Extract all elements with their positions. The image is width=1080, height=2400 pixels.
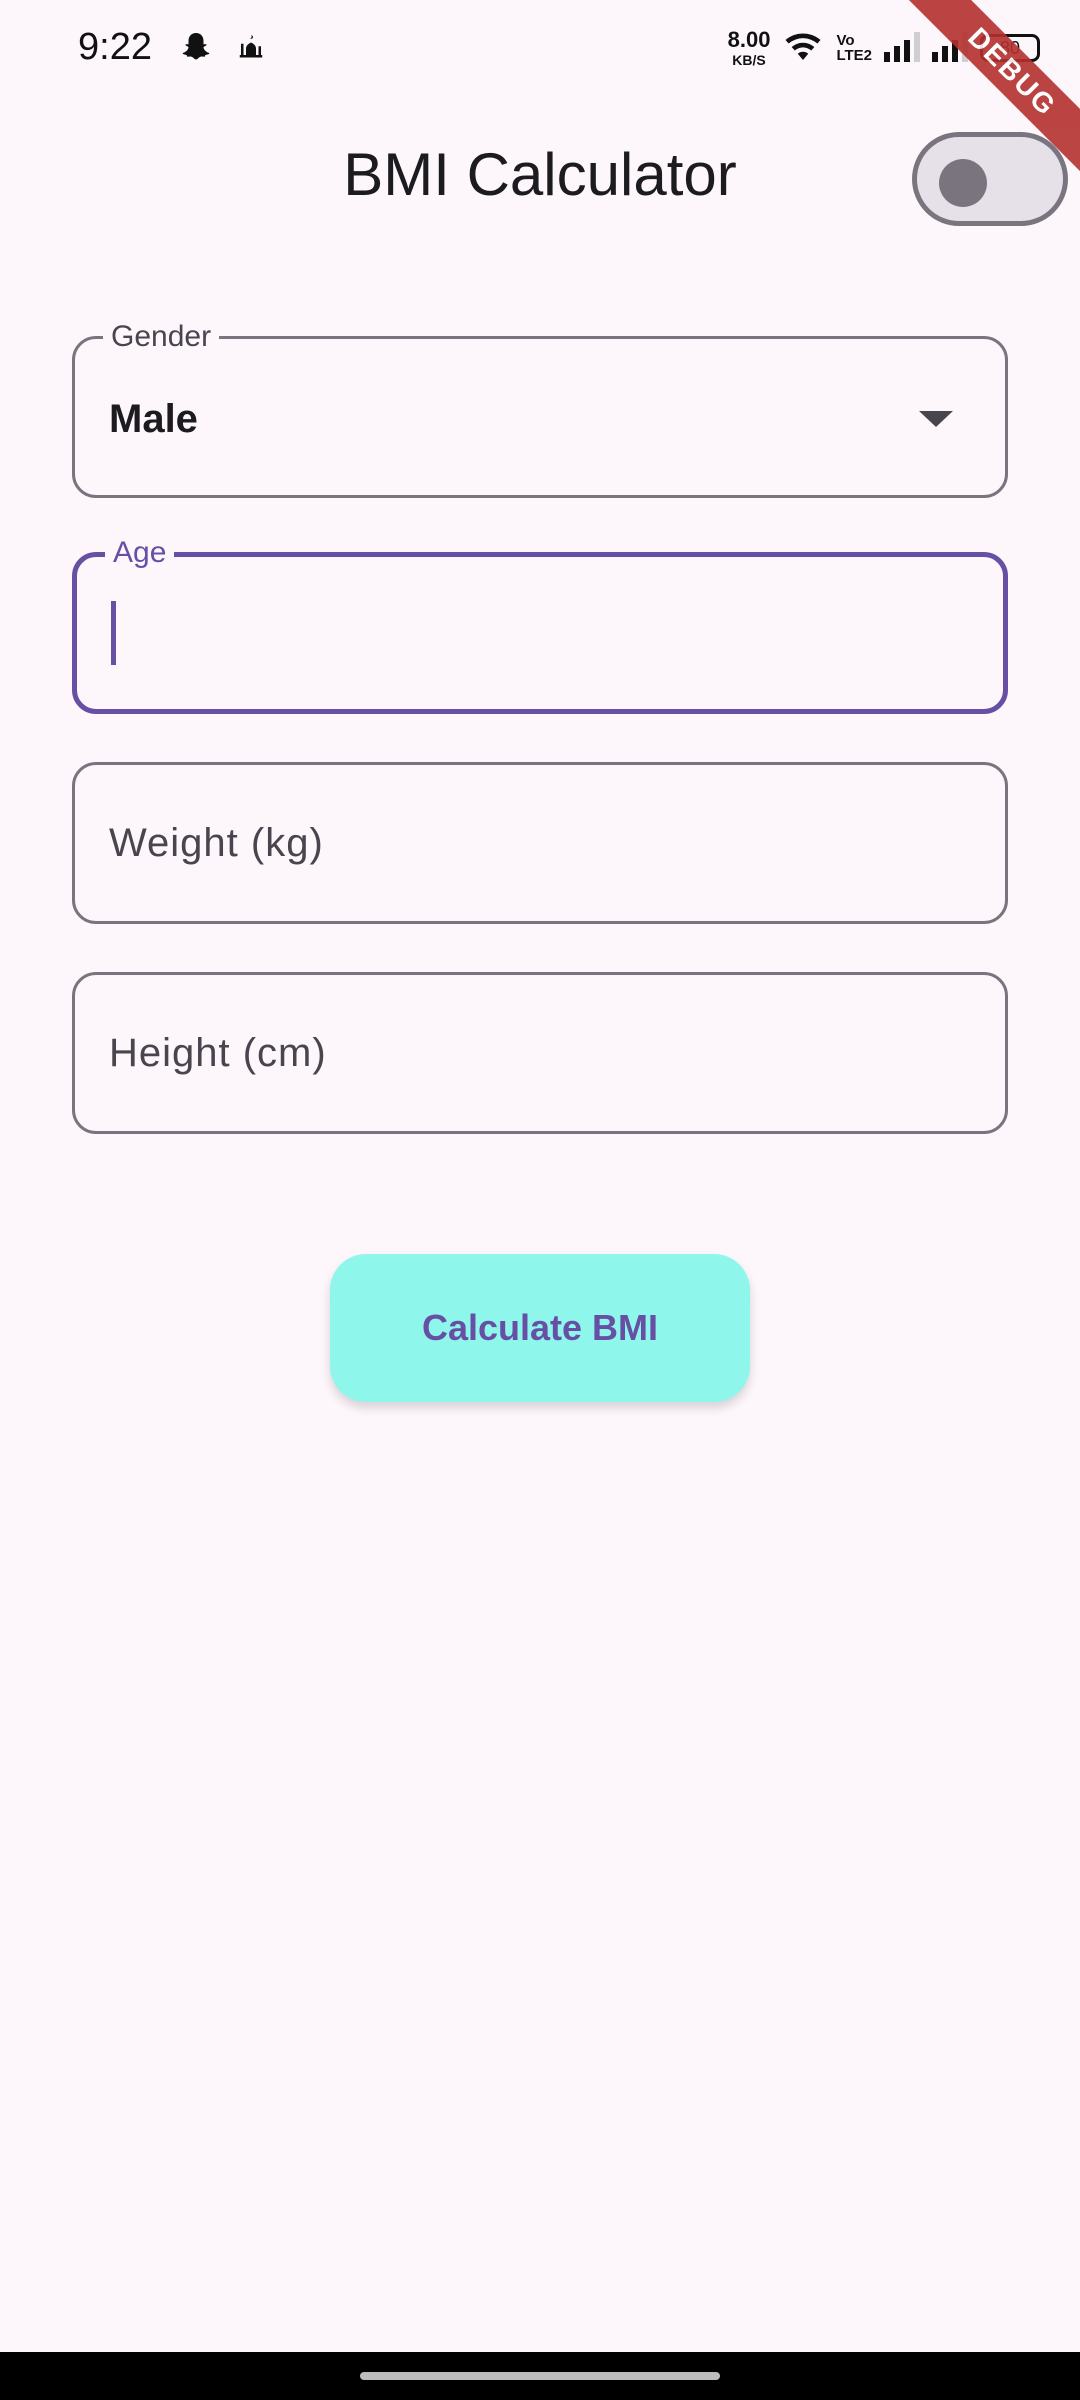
network-speed: 8.00 KB/S xyxy=(727,27,771,68)
snapchat-icon xyxy=(178,30,214,71)
gender-label: Gender xyxy=(103,319,220,355)
calculate-bmi-button[interactable]: Calculate BMI xyxy=(330,1254,750,1402)
height-placeholder: Height (cm) xyxy=(109,1031,327,1075)
network-speed-value: 8.00 xyxy=(727,27,771,52)
network-speed-unit: KB/S xyxy=(732,52,766,68)
wifi-icon xyxy=(782,28,824,69)
text-cursor xyxy=(111,601,116,665)
age-field[interactable]: Age xyxy=(72,535,1008,714)
weight-field[interactable]: Weight (kg) xyxy=(72,762,1008,924)
height-field[interactable]: Height (cm) xyxy=(72,972,1008,1134)
gender-value: Male xyxy=(109,397,198,441)
volte-bottom: LTE2 xyxy=(836,47,872,64)
switch-thumb xyxy=(939,159,987,207)
theme-toggle-switch[interactable] xyxy=(912,132,1068,226)
mosque-icon xyxy=(236,30,266,65)
gender-dropdown[interactable]: Gender Male xyxy=(72,319,1008,498)
volte-top: Vo xyxy=(836,32,855,49)
weight-placeholder: Weight (kg) xyxy=(109,821,324,865)
navigation-bar xyxy=(0,2352,1080,2400)
volte-indicator: Vo LTE2 xyxy=(836,33,872,63)
status-time: 9:22 xyxy=(78,26,152,68)
dropdown-arrow-icon xyxy=(919,411,953,427)
home-indicator[interactable] xyxy=(360,2372,720,2380)
age-label: Age xyxy=(105,535,175,571)
